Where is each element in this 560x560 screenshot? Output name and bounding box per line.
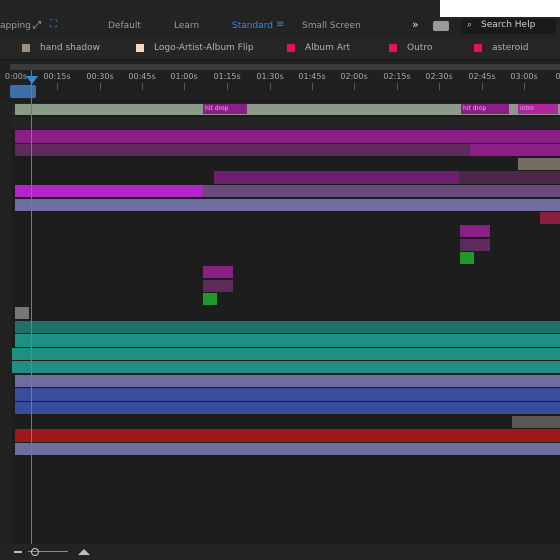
timeline-zoom-bar — [0, 544, 560, 560]
layer-bar[interactable] — [12, 348, 560, 360]
zoom-out-icon[interactable] — [14, 551, 22, 553]
tick-label: 00:30s — [86, 72, 114, 81]
tab-label: asteroid — [492, 43, 529, 53]
tick-label: 01:15s — [213, 72, 241, 81]
fullscreen-icon[interactable]: ⛶ — [50, 19, 57, 30]
playhead-handle-icon[interactable] — [26, 76, 38, 84]
tick-label: 02:45s — [468, 72, 496, 81]
layer-bar[interactable] — [540, 212, 560, 224]
search-help-field[interactable]: ⌕ Search Help — [461, 19, 556, 34]
marker-hit-drop[interactable]: hit drop — [461, 104, 509, 114]
search-icon: ⌕ — [467, 20, 473, 30]
window-edge — [440, 0, 560, 17]
tick-mark — [524, 83, 525, 90]
tick-label: 03:00s — [510, 72, 538, 81]
layer-bar[interactable] — [15, 130, 560, 143]
tick-label: 01:30s — [256, 72, 284, 81]
layer-bar[interactable] — [518, 158, 560, 170]
label-color-swatch — [136, 44, 144, 52]
layer-bar[interactable] — [459, 171, 560, 184]
expand-icon[interactable]: ⤢ — [33, 20, 41, 31]
tick-label: 00:45s — [128, 72, 156, 81]
layer-bar[interactable] — [15, 307, 29, 319]
layer-bar[interactable] — [12, 361, 560, 373]
tick-label: 00:15s — [43, 72, 71, 81]
tick-label: 0 — [555, 72, 560, 81]
label-color-swatch — [389, 44, 397, 52]
tick-label: 0:00s — [4, 72, 28, 81]
workspace-standard[interactable]: Standard — [232, 20, 273, 32]
more-icon[interactable]: » — [412, 18, 419, 31]
tick-mark — [227, 83, 228, 90]
tick-mark — [57, 83, 58, 90]
track-row — [12, 117, 560, 129]
layer-bar[interactable] — [460, 252, 474, 264]
layer-bar[interactable] — [470, 144, 560, 156]
layer-bar[interactable] — [214, 171, 459, 184]
zoom-in-icon[interactable] — [78, 549, 90, 555]
current-time-indicator[interactable] — [31, 70, 32, 544]
tick-label: 02:00s — [340, 72, 368, 81]
tick-mark — [184, 83, 185, 90]
layer-bar[interactable] — [15, 429, 560, 442]
tick-mark — [482, 83, 483, 90]
tick-mark — [312, 83, 313, 90]
layer-bar[interactable] — [203, 266, 233, 278]
label-color-swatch — [474, 44, 482, 52]
tick-mark — [354, 83, 355, 90]
tab-label: Logo-Artist-Album Flip — [154, 43, 254, 53]
tick-label: 01:45s — [298, 72, 326, 81]
layer-bar[interactable] — [15, 144, 470, 156]
search-help-label: Search Help — [481, 20, 536, 30]
zoom-slider-thumb[interactable] — [31, 548, 39, 556]
menu-icon[interactable]: ≡ — [276, 19, 284, 30]
workspace-small-screen[interactable]: Small Screen — [302, 20, 361, 32]
tick-mark — [270, 83, 271, 90]
time-ruler[interactable]: 0:00s 00:15s 00:30s 00:45s 01:00s 01:15s… — [0, 60, 560, 100]
tick-label: 02:15s — [383, 72, 411, 81]
layer-bar[interactable] — [203, 293, 217, 305]
tab-label: hand shadow — [40, 43, 100, 53]
layer-bar[interactable] — [460, 225, 490, 237]
marker-hit-drop[interactable]: hit drop — [203, 104, 247, 114]
label-color-swatch — [287, 44, 295, 52]
layer-bar[interactable] — [15, 402, 560, 414]
tab-label: Outro — [407, 43, 433, 53]
workspace-bar: apping ⤢ ⛶ Default Learn Standard ≡ Smal… — [0, 0, 560, 38]
workspace-icon[interactable] — [433, 21, 449, 31]
layer-bar[interactable] — [203, 185, 560, 197]
layer-bar[interactable] — [15, 199, 560, 211]
layer-column-edge — [0, 100, 12, 544]
workspace-learn[interactable]: Learn — [174, 20, 199, 32]
time-navigator[interactable] — [10, 64, 560, 70]
tick-mark — [100, 83, 101, 90]
tick-mark — [439, 83, 440, 90]
layer-bar[interactable] — [15, 443, 560, 455]
marker-intro[interactable]: intro — [518, 104, 558, 114]
layer-bar[interactable] — [203, 280, 233, 292]
tab-label: Album Art — [305, 43, 351, 53]
layer-bar[interactable] — [460, 239, 490, 251]
tick-label: 01:00s — [170, 72, 198, 81]
layer-bar[interactable] — [15, 375, 560, 387]
app-title-fragment: apping — [0, 21, 31, 31]
tick-mark — [397, 83, 398, 90]
work-area-handle[interactable] — [10, 85, 36, 98]
layer-bar[interactable] — [15, 388, 560, 401]
composition-tabs: hand shadow Logo-Artist-Album Flip Album… — [0, 38, 560, 60]
layer-bar[interactable] — [15, 334, 560, 347]
tick-label: 02:30s — [425, 72, 453, 81]
layer-bar-selected[interactable] — [15, 185, 203, 197]
tick-mark — [142, 83, 143, 90]
layer-bar[interactable] — [15, 321, 560, 333]
layer-bar[interactable] — [512, 416, 560, 428]
workspace-default[interactable]: Default — [108, 20, 141, 32]
label-color-swatch — [22, 44, 30, 52]
